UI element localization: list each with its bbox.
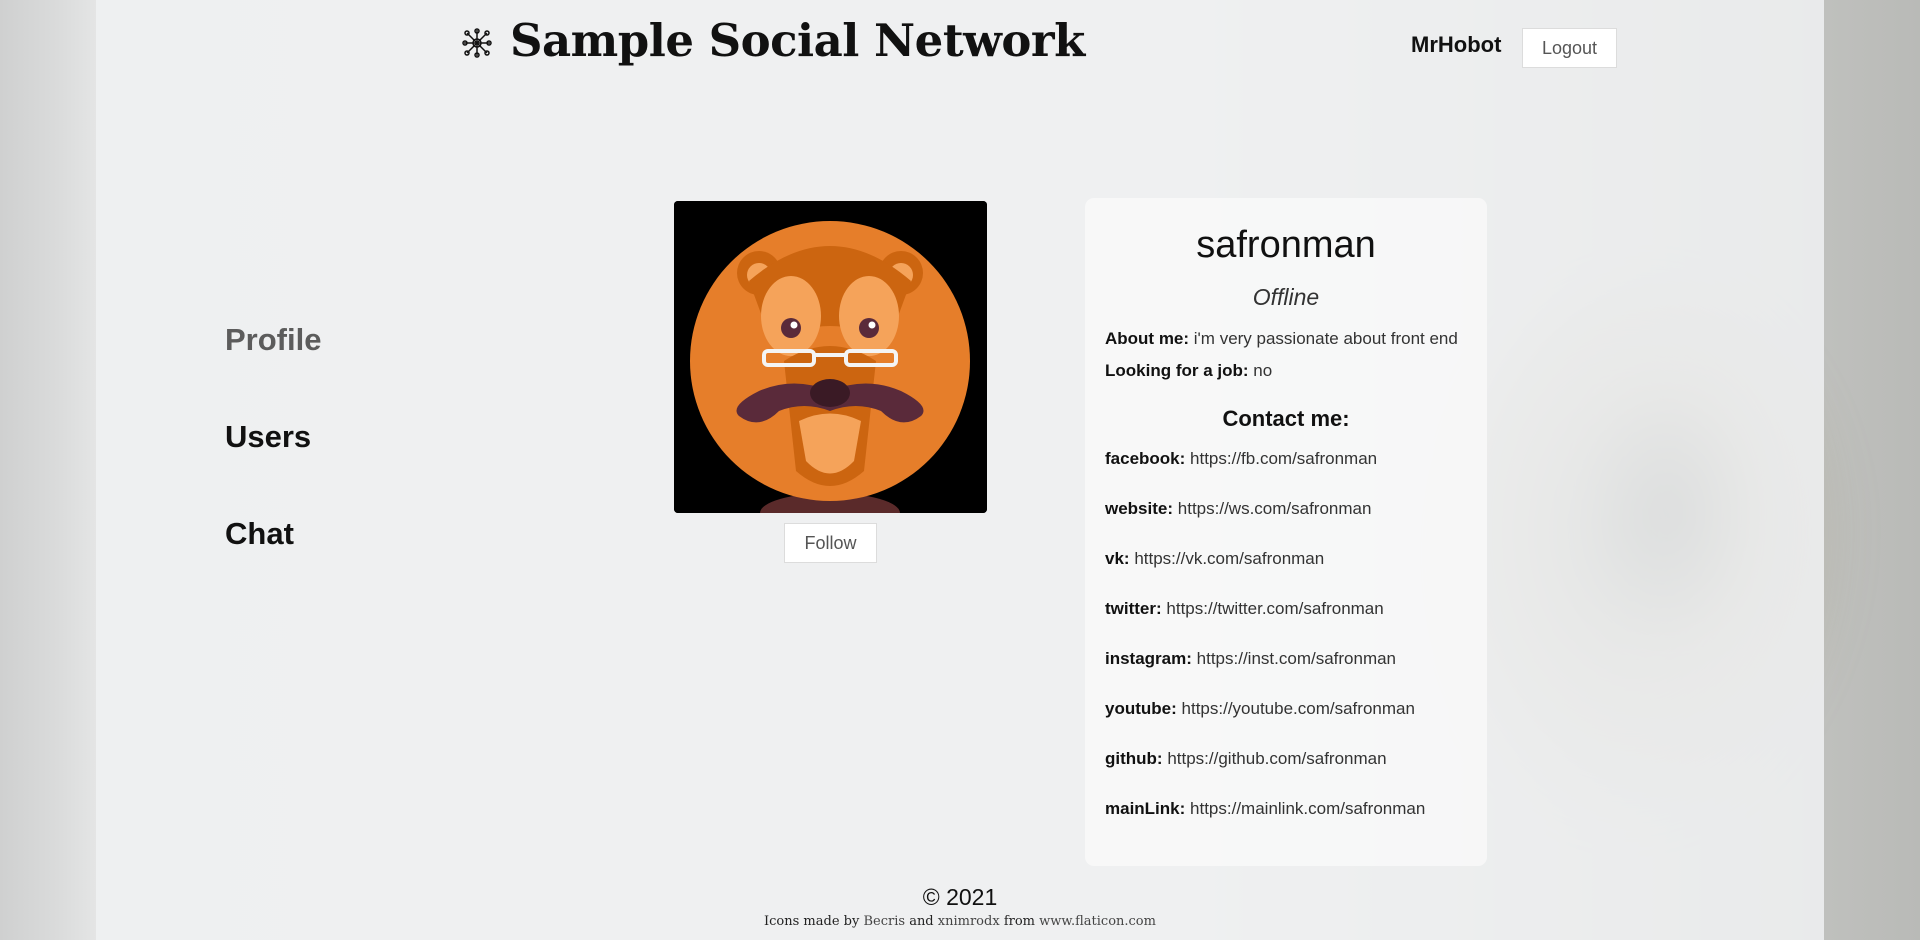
contact-link[interactable]: https://github.com/safronman (1167, 749, 1386, 768)
credit-link-becris[interactable]: Becris (863, 914, 905, 929)
sidebar-item-profile[interactable]: Profile (225, 322, 321, 419)
profile-info-card: safronman Offline About me: i'm very pas… (1085, 198, 1487, 866)
contact-item-facebook: facebook: https://fb.com/safronman (1105, 449, 1425, 499)
sidebar-item-chat[interactable]: Chat (225, 516, 321, 613)
contact-label: instagram: (1105, 649, 1192, 668)
contact-label: youtube: (1105, 699, 1177, 718)
contact-item-vk: vk: https://vk.com/safronman (1105, 549, 1425, 599)
contact-link[interactable]: https://inst.com/safronman (1197, 649, 1396, 668)
contact-item-website: website: https://ws.com/safronman (1105, 499, 1425, 549)
job-value: no (1253, 361, 1273, 380)
credits-from: from (1003, 914, 1035, 929)
about-me-label: About me: (1105, 329, 1190, 348)
credit-link-xnimrodx[interactable]: xnimrodx (938, 914, 1000, 929)
contact-item-github: github: https://github.com/safronman (1105, 749, 1425, 799)
header: Sample Social Network MrHobot Logout (96, 0, 1824, 95)
follow-button[interactable]: Follow (784, 523, 877, 563)
about-me-value: i'm very passionate about front end (1193, 329, 1458, 348)
profile-name: safronman (1196, 224, 1376, 266)
about-me-row: About me: i'm very passionate about fron… (1105, 329, 1458, 349)
contact-label: vk: (1105, 549, 1130, 568)
sidebar-item-users[interactable]: Users (225, 419, 321, 516)
status-badge: Offline (1252, 284, 1320, 310)
contact-link[interactable]: https://twitter.com/safronman (1166, 599, 1383, 618)
contact-link[interactable]: https://youtube.com/safronman (1182, 699, 1415, 718)
contact-link[interactable]: https://fb.com/safronman (1190, 449, 1377, 468)
job-row: Looking for a job: no (1105, 361, 1272, 381)
contact-title: Contact me: (1222, 406, 1350, 431)
network-node-icon (462, 28, 492, 58)
contact-label: github: (1105, 749, 1163, 768)
page-panel: Sample Social Network MrHobot Logout Pro… (96, 0, 1824, 940)
contact-link[interactable]: https://ws.com/safronman (1178, 499, 1372, 518)
contact-item-youtube: youtube: https://youtube.com/safronman (1105, 699, 1425, 749)
sidebar-nav: Profile Users Chat (225, 322, 321, 613)
contact-label: website: (1105, 499, 1174, 518)
contact-link[interactable]: https://vk.com/safronman (1134, 549, 1324, 568)
logout-button[interactable]: Logout (1522, 28, 1617, 68)
contact-item-instagram: instagram: https://inst.com/safronman (1105, 649, 1425, 699)
job-label: Looking for a job: (1105, 361, 1249, 380)
contact-list: facebook: https://fb.com/safronman websi… (1105, 449, 1425, 849)
credits-prefix: Icons made by (764, 914, 860, 929)
contact-link[interactable]: https://mainlink.com/safronman (1190, 799, 1425, 818)
contact-label: twitter: (1105, 599, 1162, 618)
credit-link-flaticon[interactable]: www.flaticon.com (1039, 914, 1156, 929)
contact-item-twitter: twitter: https://twitter.com/safronman (1105, 599, 1425, 649)
copyright: © 2021 (922, 884, 998, 910)
current-username[interactable]: MrHobot (1411, 32, 1501, 58)
profile-avatar (674, 201, 987, 513)
credits-and: and (909, 914, 934, 929)
contact-item-mainlink: mainLink: https://mainlink.com/safronman (1105, 799, 1425, 849)
contact-label: facebook: (1105, 449, 1186, 468)
lion-avatar-icon (674, 201, 987, 513)
site-title: Sample Social Network (510, 14, 1085, 67)
icon-credits: Icons made by Becris and xnimrodx from w… (96, 914, 1824, 929)
contact-label: mainLink: (1105, 799, 1186, 818)
